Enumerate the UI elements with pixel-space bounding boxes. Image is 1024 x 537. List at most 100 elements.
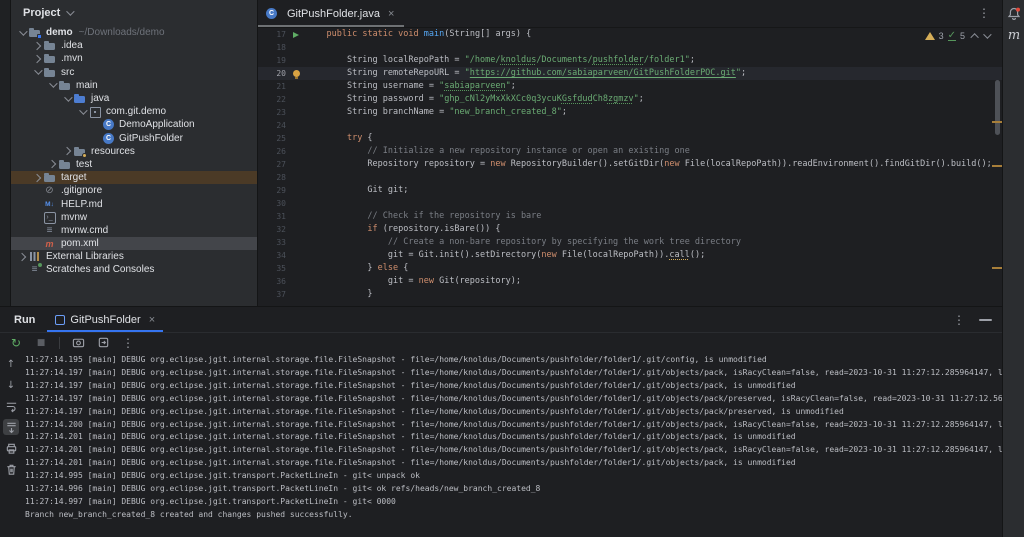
tree-item-com-git-demo[interactable]: com.git.demo <box>11 105 257 119</box>
run-line-icon[interactable] <box>293 31 299 38</box>
editor-tab-bar: C GitPushFolder.java × ⋮ <box>258 0 1002 28</box>
gutter-icon-slot <box>286 184 306 197</box>
run-panel-header: Run GitPushFolder × ⋮ <box>0 307 1002 333</box>
line-number[interactable]: 36 <box>258 275 286 288</box>
tree-item-demoapplication[interactable]: C DemoApplication <box>11 118 257 131</box>
tree-item-label: HELP.md <box>61 198 103 210</box>
line-number[interactable]: 21 <box>258 80 286 93</box>
line-number[interactable]: 26 <box>258 145 286 158</box>
scrollbar-warning-mark[interactable] <box>992 121 1002 123</box>
tree-item-scratches-and-consoles[interactable]: ≡ Scratches and Consoles <box>11 263 257 276</box>
run-toolbar-more-icon[interactable]: ⋮ <box>121 336 135 350</box>
code-text: Git git; <box>306 184 1002 197</box>
gutter-icon-slot <box>286 236 306 249</box>
chevron-down-icon[interactable] <box>63 92 73 102</box>
tree-item-test[interactable]: test <box>11 158 257 171</box>
next-warning-icon[interactable] <box>983 30 992 39</box>
line-number[interactable]: 37 <box>258 288 286 301</box>
chevron-right-icon[interactable] <box>17 252 26 262</box>
line-number[interactable]: 20 <box>258 67 286 80</box>
chevron-down-icon[interactable] <box>18 26 28 36</box>
chevron-right-icon[interactable] <box>32 41 41 51</box>
run-options-icon[interactable]: ⋮ <box>953 313 965 327</box>
tree-item-main[interactable]: main <box>11 79 257 92</box>
line-number[interactable]: 27 <box>258 158 286 171</box>
tree-item-help-md[interactable]: M↓ HELP.md <box>11 197 257 210</box>
chevron-down-icon[interactable] <box>48 79 58 89</box>
line-number[interactable]: 30 <box>258 197 286 210</box>
tree-item-mvnw[interactable]: ›_ mvnw <box>11 211 257 224</box>
up-stacktrace-icon[interactable]: ↑ <box>3 356 19 372</box>
line-number[interactable]: 18 <box>258 41 286 54</box>
line-number[interactable]: 35 <box>258 262 286 275</box>
console-line: Branch new_branch_created_8 created and … <box>25 509 353 519</box>
close-run-tab-icon[interactable]: × <box>149 314 155 326</box>
project-dropdown[interactable]: Project <box>23 7 75 19</box>
line-number[interactable]: 23 <box>258 106 286 119</box>
line-number[interactable]: 24 <box>258 119 286 132</box>
line-number[interactable]: 32 <box>258 223 286 236</box>
gutter-icon-slot <box>286 80 306 93</box>
chevron-right-icon[interactable] <box>47 160 56 169</box>
clear-console-trash-icon[interactable] <box>3 461 19 477</box>
tree-item-gitpushfolder[interactable]: C GitPushFolder <box>11 132 257 145</box>
tree-item-target[interactable]: target <box>11 171 257 185</box>
thread-dump-camera-icon[interactable] <box>71 336 85 350</box>
line-number[interactable]: 19 <box>258 54 286 67</box>
tree-item-gitignore[interactable]: ⊘ .gitignore <box>11 184 257 197</box>
code-lines: 17 public static void main(String[] args… <box>258 28 1002 301</box>
code-area[interactable]: 17 public static void main(String[] args… <box>258 28 1002 306</box>
soft-wrap-icon[interactable] <box>3 398 19 414</box>
console-output[interactable]: 11:27:14.195 [main] DEBUG org.eclipse.jg… <box>22 352 1002 537</box>
editor-tab-gitpushfolder[interactable]: C GitPushFolder.java × <box>258 0 405 27</box>
hide-panel-icon[interactable] <box>979 319 992 321</box>
line-number[interactable]: 25 <box>258 132 286 145</box>
tree-item-java[interactable]: java <box>11 92 257 105</box>
chevron-right-icon[interactable] <box>62 147 71 156</box>
check-icon: ✓ <box>947 30 956 41</box>
maven-tool-button[interactable]: m <box>1003 28 1024 43</box>
line-number[interactable]: 34 <box>258 249 286 262</box>
code-token: "/home/ <box>464 55 501 65</box>
line-number[interactable]: 33 <box>258 236 286 249</box>
tree-item-external-libraries[interactable]: External Libraries <box>11 250 257 263</box>
tree-item-pom-xml[interactable]: m pom.xml <box>11 237 257 251</box>
run-tab-gitpushfolder[interactable]: GitPushFolder × <box>47 307 164 332</box>
code-token: ; <box>689 55 695 65</box>
tree-item-src[interactable]: src <box>11 66 257 79</box>
stop-icon[interactable]: ■ <box>34 336 48 350</box>
tree-item-idea[interactable]: .idea <box>11 39 257 52</box>
chevron-right-icon[interactable] <box>32 54 41 64</box>
chevron-down-icon[interactable] <box>33 66 43 75</box>
scroll-to-end-icon[interactable] <box>3 419 19 435</box>
tree-item-mvnw-cmd[interactable]: ≡ mvnw.cmd <box>11 224 257 237</box>
line-number[interactable]: 22 <box>258 93 286 106</box>
intention-bulb-icon[interactable] <box>292 70 300 79</box>
folder-java-icon <box>73 92 86 105</box>
attach-console-icon[interactable] <box>96 336 110 350</box>
tree-item-label: .gitignore <box>61 185 103 197</box>
scrollbar-warning-mark[interactable] <box>992 267 1002 269</box>
chevron-down-icon[interactable] <box>78 106 88 115</box>
editor-scrollbar[interactable] <box>995 80 1000 135</box>
editor-more-options-icon[interactable]: ⋮ <box>978 6 990 20</box>
rerun-icon[interactable]: ↻ <box>9 336 23 350</box>
line-number[interactable]: 31 <box>258 210 286 223</box>
line-number[interactable]: 28 <box>258 171 286 184</box>
prev-warning-icon[interactable] <box>970 33 979 42</box>
scrollbar-warning-mark[interactable] <box>992 165 1002 167</box>
code-token: new <box>664 159 680 169</box>
tree-item-demo[interactable]: demo ~/Downloads/demo <box>11 26 257 40</box>
tree-item-resources[interactable]: resources <box>11 145 257 158</box>
chevron-right-icon[interactable] <box>32 173 41 182</box>
folder-icon <box>43 52 56 65</box>
print-icon[interactable] <box>3 440 19 456</box>
notifications-bell-icon[interactable] <box>1006 6 1022 22</box>
down-stacktrace-icon[interactable]: ↓ <box>3 377 19 393</box>
close-tab-icon[interactable]: × <box>388 8 394 20</box>
inspections-widget[interactable]: 3 ✓ 5 <box>921 30 992 42</box>
code-token: try <box>346 133 363 143</box>
tree-item-mvn[interactable]: .mvn <box>11 52 257 65</box>
line-number[interactable]: 17 <box>258 28 286 41</box>
line-number[interactable]: 29 <box>258 184 286 197</box>
